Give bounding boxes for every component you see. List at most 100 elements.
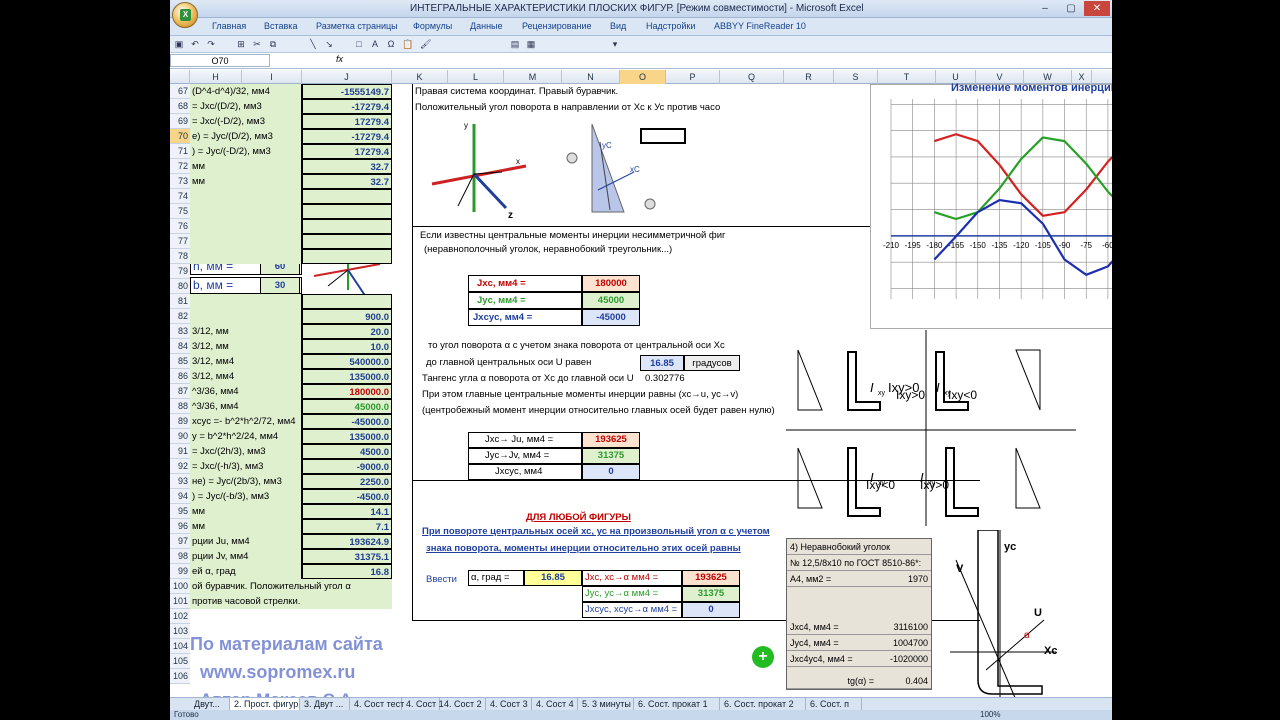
- tab-view[interactable]: Вид: [610, 21, 626, 31]
- row-value-cell[interactable]: 4500.0: [302, 444, 392, 459]
- row-value-cell[interactable]: -17279.4: [302, 129, 392, 144]
- column-header-l[interactable]: L: [448, 70, 504, 84]
- row-header[interactable]: 102: [170, 609, 190, 624]
- undo-icon[interactable]: ↶: [190, 39, 200, 49]
- arrow-icon[interactable]: ↘: [324, 39, 334, 49]
- column-header-o[interactable]: O: [620, 70, 666, 84]
- row-header[interactable]: 106: [170, 669, 190, 684]
- row-value-cell[interactable]: -9000.0: [302, 459, 392, 474]
- row-header[interactable]: 77: [170, 234, 190, 249]
- tab-review[interactable]: Рецензирование: [522, 21, 592, 31]
- format-painter-icon[interactable]: 🖌: [420, 39, 431, 49]
- select-all-corner[interactable]: [170, 70, 190, 84]
- maximize-icon[interactable]: ▢: [1058, 1, 1084, 16]
- column-header-k[interactable]: K: [392, 70, 448, 84]
- row-value-cell[interactable]: -17279.4: [302, 99, 392, 114]
- row-header[interactable]: 95: [170, 504, 190, 519]
- row-header[interactable]: 73: [170, 174, 190, 189]
- row-header[interactable]: 68: [170, 99, 190, 114]
- row-value-cell[interactable]: 14.1: [302, 504, 392, 519]
- tab-abbyy[interactable]: ABBYY FineReader 10: [714, 21, 806, 31]
- row-value-cell[interactable]: 7.1: [302, 519, 392, 534]
- row-header[interactable]: 79: [170, 264, 190, 279]
- row-header[interactable]: 104: [170, 639, 190, 654]
- row-value-cell[interactable]: -1555149.7: [302, 84, 392, 99]
- row-header[interactable]: 91: [170, 444, 190, 459]
- picture-icon[interactable]: ▦: [526, 39, 536, 49]
- row-value-cell[interactable]: -4500.0: [302, 489, 392, 504]
- tab-insert[interactable]: Вставка: [264, 21, 297, 31]
- redo-icon[interactable]: ↷: [206, 39, 216, 49]
- jxc-input[interactable]: 180000: [582, 275, 640, 292]
- row-value-cell[interactable]: 900.0: [302, 309, 392, 324]
- row-value-cell[interactable]: 135000.0: [302, 429, 392, 444]
- column-header-p[interactable]: P: [666, 70, 720, 84]
- tab-data[interactable]: Данные: [470, 21, 503, 31]
- row-header[interactable]: 71: [170, 144, 190, 159]
- symbol-omega-icon[interactable]: Ω: [386, 39, 396, 49]
- row-header[interactable]: 72: [170, 159, 190, 174]
- row-value-cell[interactable]: 31375.1: [302, 549, 392, 564]
- row-header[interactable]: 103: [170, 624, 190, 639]
- row-header[interactable]: 94: [170, 489, 190, 504]
- row-value-cell[interactable]: 540000.0: [302, 354, 392, 369]
- row-header[interactable]: 105: [170, 654, 190, 669]
- row-value-cell[interactable]: [302, 219, 392, 234]
- row-value-cell[interactable]: [302, 189, 392, 204]
- jyc-input[interactable]: 45000: [582, 292, 640, 309]
- row-value-cell[interactable]: 180000.0: [302, 384, 392, 399]
- b-input[interactable]: 30: [260, 277, 300, 294]
- column-header-t[interactable]: T: [878, 70, 936, 84]
- row-value-cell[interactable]: 32.7: [302, 159, 392, 174]
- column-header-q[interactable]: Q: [720, 70, 784, 84]
- rectangle-icon[interactable]: □: [354, 39, 364, 49]
- column-header-m[interactable]: M: [504, 70, 562, 84]
- tab-page-layout[interactable]: Разметка страницы: [316, 21, 398, 31]
- paste-icon[interactable]: 📋: [402, 39, 413, 49]
- column-header-r[interactable]: R: [784, 70, 834, 84]
- cut-icon[interactable]: ✂: [252, 39, 262, 49]
- row-header[interactable]: 89: [170, 414, 190, 429]
- office-button[interactable]: X: [172, 2, 198, 28]
- row-header[interactable]: 97: [170, 534, 190, 549]
- row-header[interactable]: 75: [170, 204, 190, 219]
- selected-cell-o70[interactable]: [640, 128, 686, 144]
- borders-icon[interactable]: ⊞: [236, 39, 246, 49]
- row-header[interactable]: 76: [170, 219, 190, 234]
- customize-toolbar-icon[interactable]: ▾: [610, 39, 620, 49]
- tab-addins[interactable]: Надстройки: [646, 21, 695, 31]
- row-header[interactable]: 70: [170, 129, 190, 144]
- close-icon[interactable]: ✕: [1084, 1, 1110, 16]
- row-header[interactable]: 86: [170, 369, 190, 384]
- row-header[interactable]: 85: [170, 354, 190, 369]
- save-icon[interactable]: ▣: [174, 39, 184, 49]
- row-value-cell[interactable]: [302, 294, 392, 309]
- row-header[interactable]: 88: [170, 399, 190, 414]
- moments-chart[interactable]: Изменение моментов инерции относительно …: [870, 82, 1112, 329]
- minimize-icon[interactable]: –: [1032, 1, 1058, 16]
- add-plus-icon[interactable]: +: [752, 646, 774, 668]
- row-header[interactable]: 81: [170, 294, 190, 309]
- row-header[interactable]: 78: [170, 249, 190, 264]
- row-header[interactable]: 74: [170, 189, 190, 204]
- jxcyc-input[interactable]: -45000: [582, 309, 640, 326]
- row-value-cell[interactable]: -45000.0: [302, 414, 392, 429]
- name-box[interactable]: O70: [170, 54, 270, 67]
- column-header-s[interactable]: S: [834, 70, 878, 84]
- zoom-level[interactable]: 100%: [980, 710, 1000, 720]
- row-header[interactable]: 90: [170, 429, 190, 444]
- textbox-icon[interactable]: A: [370, 39, 380, 49]
- row-value-cell[interactable]: 193624.9: [302, 534, 392, 549]
- column-header-h[interactable]: H: [190, 70, 242, 84]
- row-value-cell[interactable]: 32.7: [302, 174, 392, 189]
- row-header[interactable]: 101: [170, 594, 190, 609]
- row-header[interactable]: 67: [170, 84, 190, 99]
- copy-icon[interactable]: ⧉: [268, 39, 278, 49]
- row-value-cell[interactable]: 10.0: [302, 339, 392, 354]
- tab-home[interactable]: Главная: [212, 21, 246, 31]
- row-value-cell[interactable]: 135000.0: [302, 369, 392, 384]
- row-header[interactable]: 82: [170, 309, 190, 324]
- row-header[interactable]: 98: [170, 549, 190, 564]
- row-header[interactable]: 69: [170, 114, 190, 129]
- column-header-n[interactable]: N: [562, 70, 620, 84]
